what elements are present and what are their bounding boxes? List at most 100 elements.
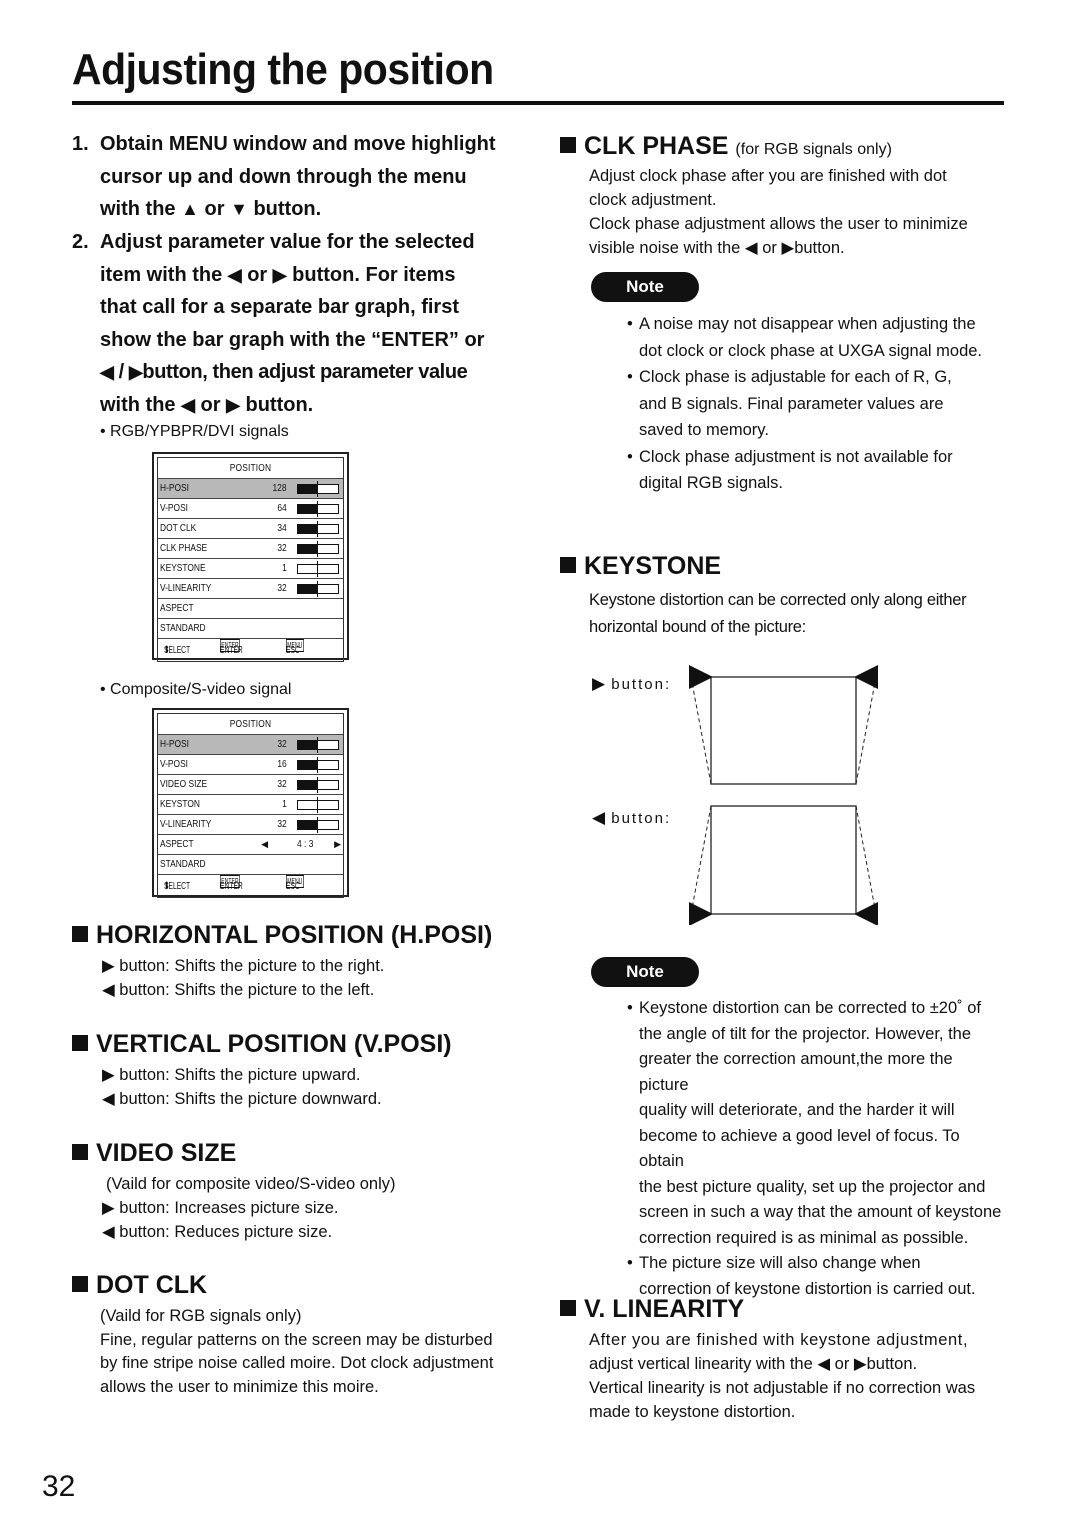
- step-text: Obtain MENU window and move highlight: [100, 133, 496, 155]
- step-1: 1. Obtain MENU window and move highlight …: [72, 128, 517, 226]
- aspect-value: 4 : 3: [296, 838, 313, 850]
- menu-item-label: STANDARD: [160, 622, 206, 634]
- note-line: greater the correction amount,the more t…: [639, 1050, 953, 1094]
- menu-item-label: DOT CLK: [160, 522, 197, 534]
- bar-center-marker: [317, 777, 318, 793]
- validity-note: (Vaild for composite video/S-video only): [106, 1175, 396, 1193]
- step-text: cursor up and down through the menu: [100, 165, 467, 188]
- menu-item-value: 128: [272, 482, 287, 494]
- right-arrow-icon: ▶: [102, 1199, 115, 1217]
- note-item: • Keystone distortion can be corrected to…: [627, 996, 1005, 1251]
- note-line: quality will deteriorate, and the harder…: [639, 1101, 955, 1119]
- value-bar-graph[interactable]: [297, 521, 339, 537]
- dot-clk-body: (Vaild for RGB signals only) Fine, regul…: [100, 1305, 520, 1399]
- bar-fill: [298, 505, 318, 513]
- body-line: made to keystone distortion.: [589, 1403, 796, 1421]
- menu-item-label: V-LINEARITY: [160, 818, 212, 830]
- menu-item-standard[interactable]: STANDARD: [158, 618, 343, 638]
- step-text-line: that call for a separate bar graph, firs…: [100, 296, 459, 319]
- menu-item-value: 32: [277, 542, 287, 554]
- body-line: Keystone distortion can be corrected onl…: [589, 591, 967, 609]
- left-arrow-icon: ◀: [817, 1355, 831, 1373]
- menu-item-v-posi[interactable]: V-POSI 64: [158, 498, 343, 518]
- bullet-icon: •: [627, 999, 633, 1017]
- menu-item-aspect[interactable]: ASPECT ◀ 4 : 3 ▶: [158, 834, 343, 854]
- menu-item-label: V-POSI: [160, 758, 189, 770]
- menu-item-h-posi[interactable]: H-POSI 32: [158, 734, 343, 754]
- value-bar-graph[interactable]: [297, 481, 339, 497]
- right-arrow-icon: ▶: [592, 674, 606, 693]
- body-line: visible noise with the ◀ or ▶button.: [589, 239, 845, 257]
- clk-phase-body: Adjust clock phase after you are finishe…: [589, 164, 1004, 260]
- note-line: screen in such a way that the amount of …: [639, 1203, 1002, 1221]
- menu-item-clk-phase[interactable]: CLK PHASE 32: [158, 538, 343, 558]
- menu-item-v-linearity[interactable]: V-LINEARITY 32: [158, 814, 343, 834]
- section-heading-clk-phase: CLK PHASE (for RGB signals only): [560, 131, 892, 165]
- square-bullet-icon: [72, 1144, 88, 1160]
- square-bullet-icon: [72, 1035, 88, 1051]
- bar-fill: [298, 761, 318, 769]
- value-bar-graph[interactable]: [297, 737, 339, 753]
- menu-item-value: 64: [277, 502, 287, 514]
- body-line: allows the user to minimize this moire.: [100, 1377, 379, 1396]
- right-arrow-icon: ▶: [272, 264, 287, 285]
- menu-item-v-linearity[interactable]: V-LINEARITY 32: [158, 578, 343, 598]
- note-line: and B signals. Final parameter values ar…: [639, 394, 944, 413]
- section-heading-hposi: HORIZONTAL POSITION (H.POSI): [72, 920, 492, 950]
- title-rule: [72, 101, 1004, 105]
- value-bar-graph[interactable]: [297, 541, 339, 557]
- menu-item-label: V-LINEARITY: [160, 582, 212, 594]
- left-arrow-icon: ◀: [592, 808, 606, 827]
- menu-panel: POSITION H-POSI 128 V-POSI 64 DOT CLK 34 CLK PH…: [157, 457, 344, 662]
- bar-fill: [298, 741, 318, 749]
- menu-item-keyston[interactable]: KEYSTON 1: [158, 794, 343, 814]
- menu-item-h-posi[interactable]: H-POSI 128: [158, 478, 343, 498]
- value-bar-graph[interactable]: [297, 757, 339, 773]
- square-bullet-icon: [560, 557, 576, 573]
- note-line: digital RGB signals.: [639, 474, 783, 492]
- note-line: saved to memory.: [639, 421, 769, 439]
- step-text-line: item with the ◀ or ▶ button. For items: [72, 259, 517, 292]
- menu-item-dot-clk[interactable]: DOT CLK 34: [158, 518, 343, 538]
- value-bar-graph[interactable]: [297, 581, 339, 597]
- menu-item-label: VIDEO SIZE: [160, 778, 208, 790]
- note-line: dot clock or clock phase at UXGA signal …: [639, 341, 983, 360]
- note-badge: Note: [591, 957, 699, 987]
- body-line: adjust vertical linearity with the ◀ or …: [589, 1355, 918, 1373]
- square-bullet-icon: [72, 926, 88, 942]
- square-bullet-icon: [560, 1300, 576, 1316]
- menu-item-video-size[interactable]: VIDEO SIZE 32: [158, 774, 343, 794]
- note-line: A noise may not disappear when adjusting…: [639, 315, 976, 333]
- down-arrow-icon: ▼: [230, 199, 248, 220]
- note-line: correction required is as minimal as pos…: [639, 1228, 969, 1247]
- menu-item-v-posi[interactable]: V-POSI 16: [158, 754, 343, 774]
- value-bar-graph[interactable]: [297, 797, 339, 813]
- right-arrow-icon: ▶: [102, 957, 115, 975]
- menu-item-aspect[interactable]: ASPECT: [158, 598, 343, 618]
- note-line: the angle of tilt for the projector. How…: [639, 1024, 972, 1043]
- value-bar-graph[interactable]: [297, 777, 339, 793]
- body-line: After you are finished with keystone adj…: [589, 1331, 969, 1349]
- right-arrow-icon[interactable]: ▶: [334, 835, 341, 854]
- menu-item-label: STANDARD: [160, 858, 206, 870]
- left-arrow-icon[interactable]: ◀: [261, 835, 268, 854]
- step-2: 2. Adjust parameter value for the selecte…: [72, 226, 517, 422]
- value-bar-graph[interactable]: [297, 561, 339, 577]
- step-number: 2.: [72, 231, 89, 253]
- body-line: horizontal bound of the picture:: [589, 618, 806, 636]
- step-text-line: with the ◀ or ▶ button.: [72, 389, 517, 422]
- step-text-line: with the ▲ or ▼ button.: [72, 193, 517, 226]
- note-line: become to achieve a good level of focus.…: [639, 1126, 960, 1171]
- menu-item-standard[interactable]: STANDARD: [158, 854, 343, 874]
- menu-panel: POSITION H-POSI 32 V-POSI 16 VIDEO SIZE 32 KEYS…: [157, 713, 344, 898]
- bullet-icon: •: [627, 447, 633, 466]
- value-bar-graph[interactable]: [297, 501, 339, 517]
- value-bar-graph[interactable]: [297, 817, 339, 833]
- step-text-line: show the bar graph with the “ENTER” or: [100, 328, 485, 351]
- menu-item-label: KEYSTONE: [160, 562, 206, 574]
- menu-item-keystone[interactable]: KEYSTONE 1: [158, 558, 343, 578]
- square-bullet-icon: [560, 137, 576, 153]
- position-menu-composite: POSITION H-POSI 32 V-POSI 16 VIDEO SIZE 32 KEYS…: [152, 708, 349, 898]
- menu-title: POSITION: [229, 718, 272, 730]
- validity-note: (Vaild for RGB signals only): [100, 1307, 302, 1325]
